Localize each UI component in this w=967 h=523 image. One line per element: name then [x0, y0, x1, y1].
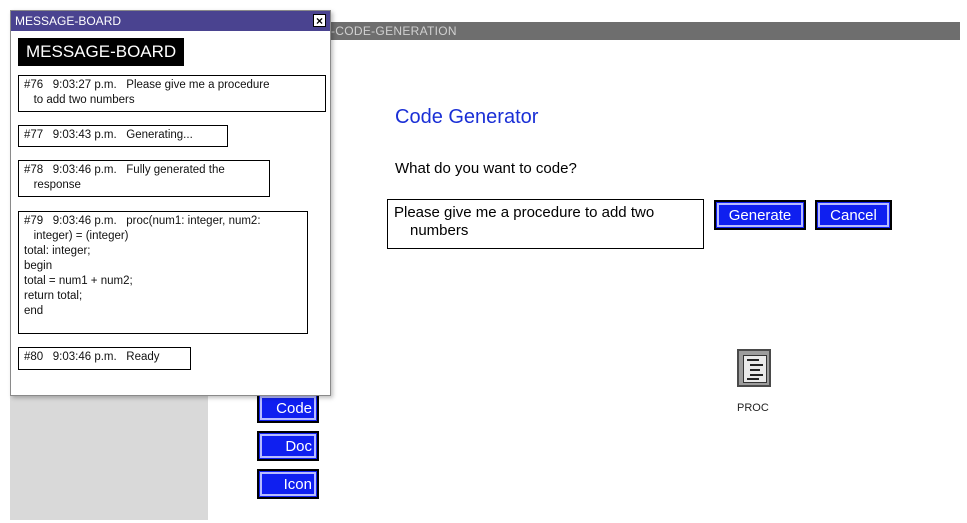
doc-button[interactable]: Doc	[257, 431, 319, 461]
message-board-titlebar[interactable]: MESSAGE-BOARD ×	[11, 11, 330, 31]
input-text-line-2: numbers	[410, 222, 469, 239]
message-79: #79 9:03:46 p.m. proc(num1: integer, num…	[18, 211, 308, 334]
code-button[interactable]: Code	[257, 393, 319, 423]
procedure-icon[interactable]	[737, 349, 771, 387]
desktop: 2-CODE-GENERATION Code Generator What do…	[0, 0, 967, 523]
cancel-button[interactable]: Cancel	[815, 200, 892, 230]
message-77: #77 9:03:43 p.m. Generating...	[18, 125, 228, 147]
page-title: Code Generator	[395, 106, 539, 128]
prompt-label: What do you want to code?	[395, 160, 577, 177]
generate-button[interactable]: Generate	[714, 200, 806, 230]
message-board-window-title: MESSAGE-BOARD	[15, 14, 122, 28]
icon-button[interactable]: Icon	[257, 469, 319, 499]
input-text-line-1: Please give me a procedure to add two	[394, 204, 655, 221]
close-icon[interactable]: ×	[313, 14, 326, 27]
message-board-header: MESSAGE-BOARD	[18, 38, 185, 66]
code-request-input[interactable]: Please give me a procedure to add two nu…	[387, 199, 704, 249]
message-80: #80 9:03:46 p.m. Ready	[18, 347, 191, 370]
message-76: #76 9:03:27 p.m. Please give me a proced…	[18, 75, 326, 112]
procedure-icon-label: PROC	[737, 402, 769, 414]
main-window-title[interactable]: 2-CODE-GENERATION	[318, 22, 960, 40]
message-78: #78 9:03:46 p.m. Fully generated the res…	[18, 160, 270, 197]
message-board-window: MESSAGE-BOARD × MESSAGE-BOARD #76 9:03:2…	[10, 10, 331, 396]
procedure-icon-page	[743, 355, 767, 383]
